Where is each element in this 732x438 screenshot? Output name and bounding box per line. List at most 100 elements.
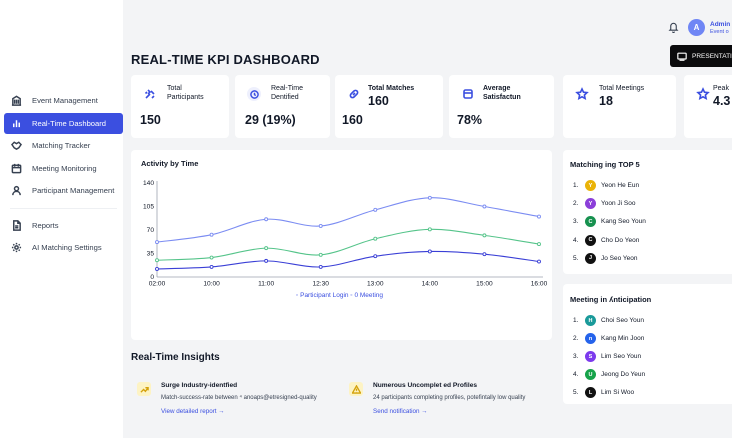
list-item[interactable]: 5. J Jo Seo Yeon bbox=[573, 252, 638, 264]
avatar: C bbox=[585, 234, 596, 246]
kpi-value: 29 (19%) bbox=[245, 113, 296, 127]
sidebar-item-label: Participant Management bbox=[32, 186, 115, 195]
activity-chart: 0357010514002:00 10:00 11:00 12:30 13:00 14:0… bbox=[143, 180, 548, 288]
presentation-button-label: PRESENTATI bbox=[692, 52, 732, 60]
list-item[interactable]: 4. C Cho Do Yeon bbox=[573, 234, 639, 246]
data-point bbox=[373, 254, 378, 259]
rank-number: 1. bbox=[573, 317, 579, 324]
insight-body: 24 participants completing profiles, pot… bbox=[373, 395, 526, 401]
participant-name: Choi Seo Youn bbox=[601, 317, 645, 324]
chart-legend: ◦ Participant Login ◦ 0 Meeting bbox=[296, 292, 383, 299]
x-tick-label: 13:00 bbox=[367, 281, 384, 288]
warning-icon bbox=[349, 382, 363, 396]
list-item[interactable]: 3. C Kang Seo Youn bbox=[573, 216, 646, 228]
sidebar-item-label: Matching Tracker bbox=[32, 141, 91, 150]
handshake-icon bbox=[11, 140, 22, 151]
sidebar-item-matching-tracker[interactable]: Matching Tracker bbox=[4, 135, 123, 156]
list-item[interactable]: 1. Y Yeon He Eun bbox=[573, 180, 639, 191]
matching-top5-card: Matching ing TOP 5 1. Y Yeon He Eun 2. Y Yoon… bbox=[563, 150, 732, 274]
user-icon bbox=[11, 185, 22, 196]
avatar: C bbox=[585, 216, 596, 228]
sidebar-item-event-management[interactable]: Event Management bbox=[4, 90, 123, 111]
box-icon bbox=[461, 87, 475, 101]
x-tick-label: 15:00 bbox=[476, 281, 493, 288]
insight-body: Match-success-rate between ⁴ anoaps@etre… bbox=[161, 395, 317, 401]
x-tick-label: 02:00 bbox=[149, 281, 166, 288]
kpi-label: Total Meetings bbox=[599, 85, 645, 92]
star-icon bbox=[696, 87, 710, 101]
data-point bbox=[264, 217, 269, 222]
sidebar-item-label: Real-Time Dashboard bbox=[32, 118, 106, 128]
sidebar-item-real-time-dashboard[interactable]: Real-Time Dashboard bbox=[4, 112, 123, 134]
data-point bbox=[537, 242, 541, 247]
user-subtitle: Event o bbox=[710, 29, 729, 35]
kpi-value: 150 bbox=[140, 113, 161, 127]
avatar: J bbox=[585, 252, 596, 264]
data-point bbox=[482, 204, 487, 209]
sidebar-item-label: Meeting Monitoring bbox=[32, 163, 97, 173]
y-tick-label: 70 bbox=[147, 227, 155, 234]
calendar-icon bbox=[11, 163, 22, 174]
data-point bbox=[482, 233, 487, 238]
data-point bbox=[155, 258, 159, 263]
avatar: Y bbox=[585, 198, 596, 210]
list-item[interactable]: 3. S Lim Seo Youn bbox=[573, 351, 641, 362]
insights-title: Real-Time Insights bbox=[131, 352, 220, 363]
participant-name: Lim Si Woo bbox=[601, 389, 635, 396]
avatar[interactable]: A bbox=[688, 19, 705, 36]
list-item[interactable]: 1. H Choi Seo Youn bbox=[573, 315, 644, 326]
list-item[interactable]: 2. Y Yoon Ji Soo bbox=[573, 198, 635, 210]
rank-number: 2. bbox=[573, 200, 579, 208]
y-tick-label: 105 bbox=[143, 204, 154, 211]
y-tick-label: 140 bbox=[143, 180, 154, 187]
data-point bbox=[482, 252, 487, 257]
kpi-label: Average bbox=[483, 85, 511, 92]
rank-number: 2. bbox=[573, 335, 579, 342]
kpi-label: Real-Time bbox=[271, 85, 304, 92]
list-item[interactable]: 5. L Lim Si Woo bbox=[573, 387, 634, 398]
sidebar-item-ai-matching-settings[interactable]: AI Matching Settings bbox=[4, 237, 123, 258]
kpi-value: 4.3 bbox=[713, 94, 731, 108]
sidebar-item-participant-management[interactable]: Participant Management bbox=[4, 180, 123, 201]
participant-name: Lim Seo Youn bbox=[601, 353, 642, 360]
kpi-card-average-satisfaction: Average Satisfactun 78% bbox=[449, 75, 554, 138]
presentation-button[interactable]: PRESENTATI bbox=[670, 45, 732, 67]
list-item[interactable]: 2. n Kang Min Joon bbox=[573, 333, 644, 344]
document-icon bbox=[11, 219, 22, 231]
star-icon bbox=[575, 87, 589, 101]
kpi-card-peak: Peak 4.3 bbox=[684, 75, 732, 138]
kpi-value: 78% bbox=[457, 113, 483, 127]
sidebar: Event Management Real-Time Dashboard Mat… bbox=[0, 0, 123, 438]
meeting-anticipation-card: Meeting in ʎnticipation 1. H Choi Seo Youn… bbox=[563, 284, 732, 404]
monitor-icon bbox=[677, 52, 687, 61]
data-point bbox=[209, 264, 214, 269]
sidebar-divider bbox=[10, 203, 117, 209]
avatar: Y bbox=[585, 180, 596, 191]
rank-number: 1. bbox=[573, 182, 579, 189]
bell-icon[interactable] bbox=[668, 21, 679, 33]
x-tick-label: 12:30 bbox=[312, 281, 329, 288]
list-item[interactable]: 4. U Jeong Do Yeun bbox=[573, 369, 645, 380]
y-tick-label: 35 bbox=[147, 251, 155, 258]
sidebar-item-reports[interactable]: Reports bbox=[4, 215, 123, 236]
rank-number: 4. bbox=[573, 371, 579, 378]
view-report-link[interactable]: View detailed report → bbox=[161, 408, 225, 415]
link-icon bbox=[347, 87, 361, 101]
data-point bbox=[318, 224, 323, 228]
avatar: S bbox=[585, 351, 596, 362]
kpi-value-secondary: 160 bbox=[368, 94, 389, 108]
participant-name: Jeong Do Yeun bbox=[601, 371, 646, 378]
send-notification-link[interactable]: Send notification → bbox=[373, 408, 428, 415]
data-point bbox=[373, 207, 378, 212]
participants-icon bbox=[143, 87, 157, 101]
rank-number: 3. bbox=[573, 218, 579, 226]
participant-name: Kang Min Joon bbox=[601, 335, 645, 342]
data-point bbox=[264, 258, 269, 263]
kpi-card-total-matches: Total Matches 160 160 bbox=[335, 75, 443, 138]
data-point bbox=[318, 264, 323, 269]
clock-icon bbox=[247, 87, 261, 101]
data-point bbox=[537, 214, 541, 219]
avatar: H bbox=[585, 315, 596, 326]
data-point bbox=[427, 195, 432, 200]
sidebar-item-meeting-monitoring[interactable]: Meeting Monitoring bbox=[4, 158, 123, 179]
